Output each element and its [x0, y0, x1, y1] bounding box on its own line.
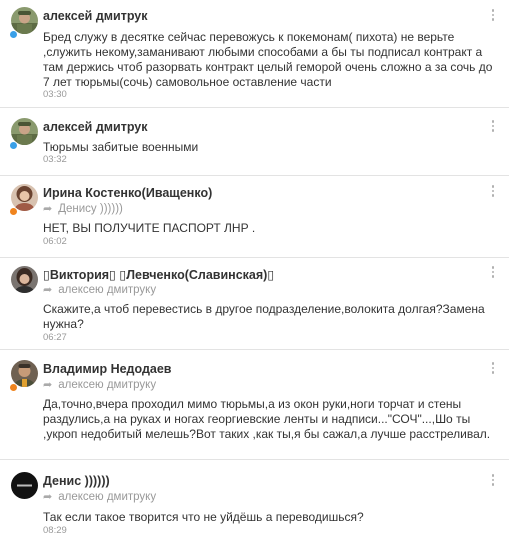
reply-to[interactable]: ➦ алексею дмитруку: [43, 378, 156, 391]
comment-author[interactable]: алексей дмитрук: [43, 120, 148, 134]
comment-menu-icon[interactable]: [490, 362, 496, 376]
mobile-status-dot: [9, 383, 18, 392]
comment-time: 08:29: [43, 525, 67, 536]
comment-author[interactable]: ▯Виктория▯ ▯Левченко(Славинская)▯: [43, 267, 274, 282]
comment-item: Владимир Недодаев ➦ алексею дмитруку Да,т…: [0, 350, 509, 460]
mobile-status-dot: [9, 207, 18, 216]
online-status-dot: [9, 30, 18, 39]
comment-author[interactable]: Владимир Недодаев: [43, 362, 172, 376]
reply-to-name: алексею дмитруку: [58, 379, 157, 391]
comment-time: 03:32: [43, 154, 67, 165]
comment-author[interactable]: Денис )))))): [43, 474, 110, 488]
comment-author[interactable]: Ирина Костенко(Иващенко): [43, 186, 212, 200]
comment-item: Ирина Костенко(Иващенко) ➦ Денису )))))) …: [0, 176, 509, 258]
comments-feed: алексей дмитрук Бред служу в десятке сей…: [0, 0, 509, 540]
comment-text: НЕТ, ВЫ ПОЛУЧИТЕ ПАСПОРТ ЛНР .: [43, 221, 256, 235]
comment-author[interactable]: алексей дмитрук: [43, 9, 148, 23]
comment-item: ▯Виктория▯ ▯Левченко(Славинская)▯ ➦ алекс…: [0, 258, 509, 350]
comment-item: алексей дмитрук Тюрьмы забитые военными …: [0, 108, 509, 176]
comment-time: 06:02: [43, 236, 67, 247]
reply-to-name: Денису )))))): [58, 203, 123, 215]
comment-text: Тюрьмы забитые военными: [43, 140, 199, 154]
reply-to[interactable]: ➦ алексею дмитруку: [43, 490, 156, 503]
reply-arrow-icon: ➦: [43, 284, 53, 296]
comment-text: Да,точно,вчера проходил мимо тюрьмы,а из…: [43, 397, 491, 441]
comment-menu-icon[interactable]: [490, 120, 496, 134]
reply-to[interactable]: ➦ алексею дмитруку: [43, 283, 156, 296]
comment-menu-icon[interactable]: [490, 474, 496, 488]
comment-text: Так если такое творится что не уйдёшь а …: [43, 510, 364, 524]
comment-item: Денис )))))) ➦ алексею дмитруку Так если …: [0, 460, 509, 540]
online-status-dot: [9, 141, 18, 150]
woman-avatar-icon[interactable]: [11, 266, 38, 293]
comment-time: 06:27: [43, 332, 67, 343]
reply-arrow-icon: ➦: [43, 491, 53, 503]
comment-text: Скажите,а чтоб перевестись в другое подр…: [43, 302, 485, 331]
reply-to-name: алексею дмитруку: [58, 284, 157, 296]
reply-arrow-icon: ➦: [43, 203, 53, 215]
comment-menu-icon[interactable]: [490, 185, 496, 199]
comment-menu-icon[interactable]: [490, 266, 496, 280]
comment-menu-icon[interactable]: [490, 9, 496, 23]
reply-to-name: алексею дмитруку: [58, 491, 157, 503]
reply-to[interactable]: ➦ Денису )))))): [43, 202, 123, 215]
dark-logo-avatar-icon[interactable]: [11, 472, 38, 499]
reply-arrow-icon: ➦: [43, 379, 53, 391]
comment-text: Бред служу в десятке сейчас перевожусь к…: [43, 30, 493, 89]
comment-item: алексей дмитрук Бред служу в десятке сей…: [0, 0, 509, 108]
comment-time: 03:30: [43, 89, 67, 100]
